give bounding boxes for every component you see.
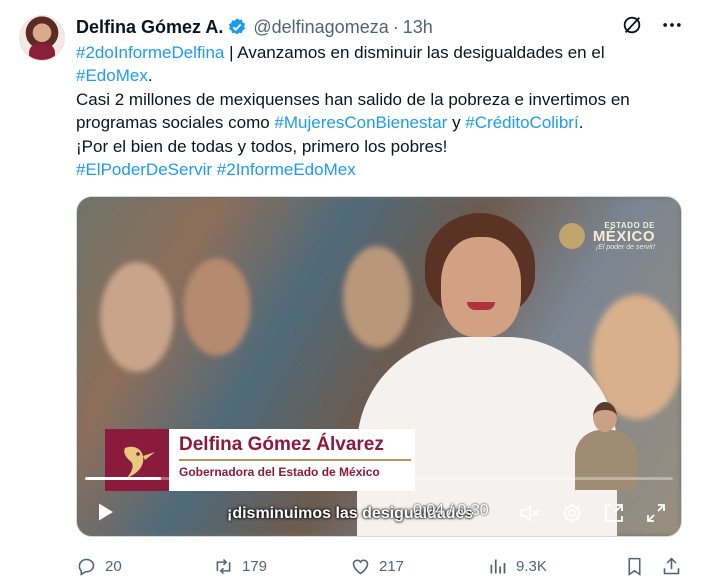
repost-icon: [216, 558, 231, 574]
bookmark-button[interactable]: [624, 553, 653, 579]
picture-in-picture-icon[interactable]: [602, 501, 626, 525]
logo-tagline: ¡El poder de servir!: [595, 244, 655, 251]
reply-count: 20: [105, 557, 122, 575]
lower-third-caption: Delfina Gómez Álvarez Gobernadora del Es…: [105, 429, 415, 491]
views-count: 9.3K: [516, 557, 547, 575]
tweet-text-span: .: [147, 66, 153, 86]
tweet-text-span: programas sociales como: [76, 113, 275, 133]
speaker-mouth: [467, 302, 495, 310]
hummingbird-emblem-icon: [105, 429, 169, 491]
more-options-icon[interactable]: [661, 14, 683, 36]
play-icon[interactable]: [93, 500, 117, 524]
share-button[interactable]: [661, 553, 690, 579]
settings-gear-icon[interactable]: [560, 501, 584, 525]
tweet-line-1: #2doInformeDelfina | Avanzamos en dismin…: [76, 41, 676, 64]
hashtag-link[interactable]: #CréditoColibrí: [465, 113, 578, 132]
share-icon: [663, 557, 680, 574]
like-button[interactable]: 217: [350, 553, 404, 579]
hashtag-link[interactable]: #2InformeEdoMex: [217, 160, 356, 179]
tweet-text-span: .: [578, 113, 584, 133]
state-logo: ESTADO DE MÉXICO ¡El poder de servir!: [593, 221, 655, 251]
lower-third-name: Delfina Gómez Álvarez: [179, 434, 384, 455]
tweet-actions: 20 179 217 9.3K: [76, 553, 686, 579]
video-time-display: 0:04 / 0:30: [413, 502, 489, 519]
tweet-text: #2doInformeDelfina | Avanzamos en dismin…: [76, 41, 676, 181]
hashtag-link[interactable]: #EdoMex: [76, 66, 148, 85]
author-avatar[interactable]: [19, 15, 65, 61]
tweet-line-4: programas sociales como #MujeresConBiene…: [76, 111, 676, 134]
author-handle[interactable]: @delfinagomeza: [253, 17, 388, 38]
interpreter-torso: [575, 430, 637, 490]
tweet-header: Delfina Gómez A. @delfinagomeza · 13h: [76, 14, 433, 40]
author-name[interactable]: Delfina Gómez A.: [76, 17, 223, 38]
reply-icon: [78, 558, 95, 576]
grok-icon[interactable]: [621, 14, 643, 36]
header-separator: ·: [392, 16, 399, 37]
like-count: 217: [379, 557, 405, 575]
mute-icon[interactable]: [517, 501, 541, 525]
tweet-line-2: #EdoMex.: [76, 64, 676, 87]
video-player[interactable]: ESTADO DE MÉXICO ¡El poder de servir! De…: [76, 196, 682, 537]
heart-icon: [352, 559, 369, 574]
tweet-text-span: y: [447, 113, 466, 133]
reply-button[interactable]: 20: [76, 553, 122, 579]
speaker-face: [441, 237, 521, 337]
tweet-text-span: | Avanzamos en disminuir las desigualdad…: [224, 43, 605, 62]
fullscreen-icon[interactable]: [644, 501, 668, 525]
video-progress-bar[interactable]: [85, 477, 673, 480]
tweet-line-5: ¡Por el bien de todas y todos, primero l…: [76, 136, 448, 156]
sign-language-interpreter: [571, 402, 641, 490]
views-button[interactable]: 9.3K: [487, 553, 547, 579]
tweet-line-3: Casi 2 millones de mexiquenses han salid…: [76, 89, 630, 109]
lower-third-rule: [179, 459, 411, 461]
views-chart-icon: [490, 559, 506, 573]
hashtag-link[interactable]: #ElPoderDeServir: [76, 160, 212, 179]
hashtag-link[interactable]: #MujeresConBienestar: [274, 113, 447, 132]
bookmark-icon: [628, 557, 641, 576]
tweet-timestamp[interactable]: 13h: [403, 17, 433, 38]
state-logo-emblem: [559, 223, 585, 249]
header-actions: [621, 14, 683, 36]
logo-big-text: MÉXICO: [592, 228, 655, 245]
hashtag-link[interactable]: #2doInformeDelfina: [76, 43, 224, 62]
repost-button[interactable]: 179: [213, 553, 267, 579]
verified-badge-icon: [229, 18, 246, 35]
repost-count: 179: [242, 557, 268, 575]
tweet-line-6: #ElPoderDeServir #2InformeEdoMex: [76, 158, 676, 181]
video-progress-fill: [85, 477, 162, 480]
interpreter-head: [593, 402, 617, 432]
